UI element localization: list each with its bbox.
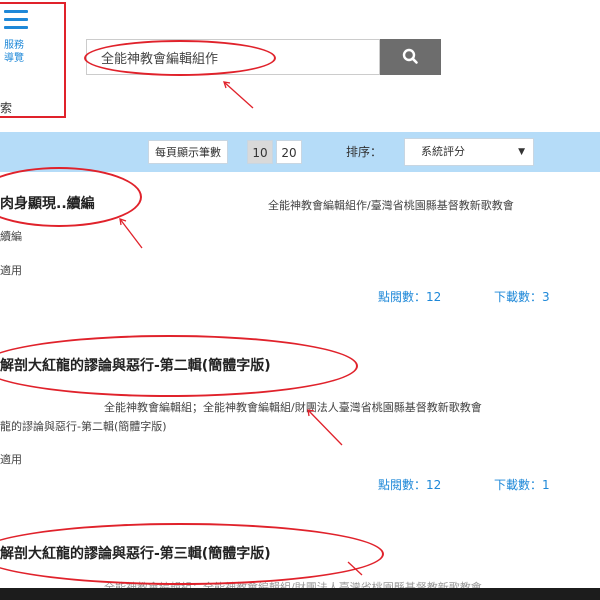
result-downloads-1: 下載數：3 bbox=[494, 290, 550, 304]
search-button[interactable] bbox=[380, 39, 441, 75]
result-category-1: 適用 bbox=[0, 264, 22, 277]
arrow-head-result-1 bbox=[119, 218, 127, 226]
annotation-ellipse-result-1 bbox=[0, 167, 142, 227]
per-page-option-20[interactable]: 20 bbox=[276, 140, 302, 164]
chevron-down-icon: ▼ bbox=[518, 147, 525, 157]
result-author-1[interactable]: 全能神教會編輯組作/臺灣省桃園縣基督教新歌教會 bbox=[268, 197, 514, 213]
result-subtitle-1: 續編 bbox=[0, 230, 22, 243]
annotation-ellipse-search bbox=[84, 40, 276, 76]
sort-select[interactable]: 系統評分 ▼ bbox=[404, 138, 534, 166]
bottom-edge-shadow bbox=[0, 588, 600, 600]
arrow-search bbox=[223, 81, 254, 109]
result-views-1: 點閱數：12 bbox=[378, 290, 442, 304]
sort-label: 排序： bbox=[346, 145, 383, 159]
search-icon bbox=[402, 48, 418, 64]
arrow-result-1 bbox=[119, 218, 143, 249]
per-page-label: 每頁顯示筆數 bbox=[148, 140, 228, 164]
result-views-2: 點閱數：12 bbox=[378, 478, 442, 492]
arrow-result-2 bbox=[307, 409, 343, 446]
result-category-2: 適用 bbox=[0, 453, 22, 466]
result-downloads-2: 下載數：1 bbox=[494, 478, 550, 492]
sort-value: 系統評分 bbox=[421, 145, 465, 158]
result-author-2[interactable]: 全能神教會編輯組；全能神教會編輯組/財團法人臺灣省桃園縣基督教新歌教會 bbox=[104, 399, 482, 415]
annotation-box-nav bbox=[0, 2, 66, 118]
annotation-ellipse-result-3 bbox=[0, 523, 384, 585]
per-page-option-10[interactable]: 10 bbox=[247, 140, 273, 164]
annotation-ellipse-result-2 bbox=[0, 335, 358, 397]
result-subtitle-2: 龍的謬論與惡行-第二輯(簡體字版) bbox=[0, 420, 167, 433]
arrow-head-search bbox=[223, 81, 231, 89]
